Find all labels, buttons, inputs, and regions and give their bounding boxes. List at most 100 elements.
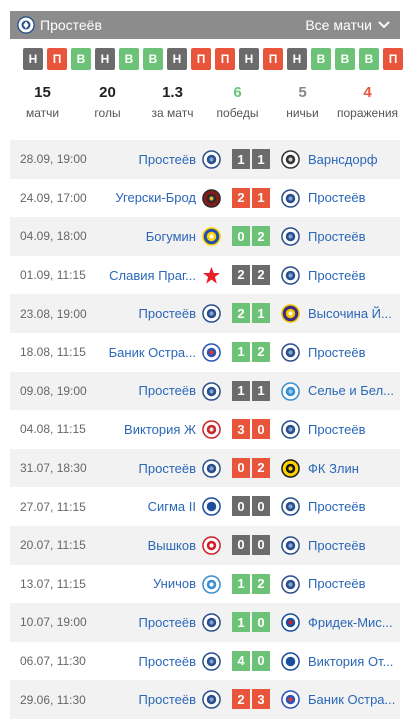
home-team-link[interactable]: Сигма II xyxy=(76,499,196,514)
match-score[interactable]: 22 xyxy=(232,264,270,285)
away-team-link[interactable]: Простеёв xyxy=(308,229,398,244)
unicov-crest-icon xyxy=(202,574,221,594)
away-score: 0 xyxy=(252,650,270,671)
home-team-link[interactable]: Простеёв xyxy=(76,461,196,476)
home-score: 0 xyxy=(232,534,250,555)
prostejov-crest-icon xyxy=(281,188,300,208)
away-team-link[interactable]: Виктория От... xyxy=(308,654,398,669)
match-row[interactable]: 01.09, 11:15 Славия Праг... 2 2 Простеёв xyxy=(10,255,400,295)
away-team-link[interactable]: Простеёв xyxy=(308,268,398,283)
match-row[interactable]: 13.07, 11:15 Уничов 1 2 Простеёв xyxy=(10,564,400,604)
away-team-link[interactable]: Простеёв xyxy=(308,538,398,553)
away-score: 1 xyxy=(252,149,270,169)
stat-item: 4 поражения xyxy=(335,82,400,128)
prostejov-crest-icon xyxy=(281,497,300,517)
match-score[interactable]: 30 xyxy=(232,419,270,440)
match-score[interactable]: 10 xyxy=(232,612,270,633)
match-score[interactable]: 02 xyxy=(232,457,270,478)
home-team-link[interactable]: Богумин xyxy=(76,229,196,244)
away-team-link[interactable]: Фридек-Мис... xyxy=(308,615,398,630)
home-score: 1 xyxy=(232,380,250,401)
home-score: 0 xyxy=(232,226,250,247)
away-team-link[interactable]: Простеёв xyxy=(308,345,398,360)
match-score[interactable]: 11 xyxy=(232,380,270,401)
match-row[interactable]: 06.07, 11:30 Простеёв 4 0 Виктория От... xyxy=(10,641,400,681)
form-badge: В xyxy=(335,48,355,70)
home-team-link[interactable]: Вышков xyxy=(76,538,196,553)
match-filter-dropdown[interactable]: Все матчи xyxy=(305,17,390,33)
home-team-link[interactable]: Угерски-Брод xyxy=(76,190,196,205)
home-team-link[interactable]: Уничов xyxy=(76,576,196,591)
match-row[interactable]: 27.07, 11:15 Сигма II 0 0 Простеёв xyxy=(10,487,400,526)
home-team-link[interactable]: Простеёв xyxy=(76,654,196,669)
form-badge: Н xyxy=(23,48,43,70)
match-score[interactable]: 11 xyxy=(232,149,270,169)
stat-value: 1.3 xyxy=(162,84,183,101)
form-badge: П xyxy=(215,48,235,70)
home-team-link[interactable]: Баник Остра... xyxy=(76,345,196,360)
match-score[interactable]: 21 xyxy=(232,303,270,324)
match-score[interactable]: 21 xyxy=(232,187,270,208)
match-row[interactable]: 04.08, 11:15 Виктория Ж 3 0 Простеёв xyxy=(10,410,400,449)
prostejov-crest-icon xyxy=(281,574,300,594)
away-team-link[interactable]: Селье и Бел... xyxy=(308,383,398,398)
form-badge: Н xyxy=(239,48,259,70)
away-team-link[interactable]: Баник Остра... xyxy=(308,692,398,707)
form-badge: В xyxy=(71,48,91,70)
match-row[interactable]: 31.07, 18:30 Простеёв 0 2 ФК Злин xyxy=(10,448,400,488)
away-team-link[interactable]: ФК Злин xyxy=(308,461,398,476)
match-row[interactable]: 04.09, 18:00 Богумин 0 2 Простеёв xyxy=(10,217,400,256)
prostejov-crest-icon xyxy=(281,343,300,362)
match-score[interactable]: 12 xyxy=(232,573,270,594)
home-team-link[interactable]: Виктория Ж xyxy=(76,422,196,437)
match-row[interactable]: 24.09, 17:00 Угерски-Брод 2 1 Простеёв xyxy=(10,178,400,218)
home-team-link[interactable]: Простеёв xyxy=(76,152,196,167)
prostejov-crest-icon xyxy=(281,420,300,439)
home-score: 0 xyxy=(232,496,250,517)
uhersky-brod-crest-icon xyxy=(202,188,221,208)
match-row[interactable]: 20.07, 11:15 Вышков 0 0 Простеёв xyxy=(10,525,400,565)
away-team-link[interactable]: Высочина Й... xyxy=(308,306,398,321)
away-score: 2 xyxy=(252,226,270,247)
stat-label: голы xyxy=(94,106,121,120)
team-header: Простеёв Все матчи xyxy=(10,11,400,39)
home-score: 2 xyxy=(232,187,250,208)
match-score[interactable]: 40 xyxy=(232,650,270,671)
away-score: 2 xyxy=(252,573,270,594)
match-row[interactable]: 09.08, 19:00 Простеёв 1 1 Селье и Бел... xyxy=(10,371,400,411)
match-row[interactable]: 18.08, 11:15 Баник Остра... 1 2 Простеёв xyxy=(10,332,400,372)
away-score: 1 xyxy=(252,187,270,208)
away-team-link[interactable]: Варнсдорф xyxy=(308,152,398,167)
home-team-link[interactable]: Славия Праг... xyxy=(76,268,196,283)
match-score[interactable]: 02 xyxy=(232,226,270,247)
form-badge: Н xyxy=(287,48,307,70)
match-row[interactable]: 23.08, 19:00 Простеёв 2 1 Высочина Й... xyxy=(10,294,400,333)
match-row[interactable]: 28.09, 19:00 Простеёв 1 1 Варнсдорф xyxy=(10,140,400,179)
prostejov-crest-icon xyxy=(281,536,300,555)
banik-crest-icon xyxy=(202,343,221,362)
team-name: Простеёв xyxy=(40,17,102,33)
match-row[interactable]: 29.06, 11:30 Простеёв 2 3 Баник Остра... xyxy=(10,680,400,719)
home-team-link[interactable]: Простеёв xyxy=(76,692,196,707)
away-team-link[interactable]: Простеёв xyxy=(308,190,398,205)
away-team-link[interactable]: Простеёв xyxy=(308,576,398,591)
away-team-link[interactable]: Простеёв xyxy=(308,422,398,437)
banik-crest-icon xyxy=(281,690,300,710)
prostejov-crest-icon xyxy=(202,458,221,478)
match-score[interactable]: 00 xyxy=(232,534,270,555)
match-score[interactable]: 00 xyxy=(232,496,270,517)
match-score[interactable]: 12 xyxy=(232,341,270,362)
stat-item: 5 ничьи xyxy=(270,82,335,128)
stat-value: 15 xyxy=(34,84,51,101)
home-team-link[interactable]: Простеёв xyxy=(76,615,196,630)
form-badge: В xyxy=(143,48,163,70)
home-score: 0 xyxy=(232,457,250,478)
home-team-link[interactable]: Простеёв xyxy=(76,306,196,321)
home-score: 2 xyxy=(232,264,250,285)
match-score[interactable]: 23 xyxy=(232,689,270,710)
home-team-link[interactable]: Простеёв xyxy=(76,383,196,398)
vysocina-crest-icon xyxy=(281,304,300,324)
away-team-link[interactable]: Простеёв xyxy=(308,499,398,514)
match-row[interactable]: 10.07, 19:00 Простеёв 1 0 Фридек-Мис... xyxy=(10,603,400,642)
away-score: 0 xyxy=(252,534,270,555)
